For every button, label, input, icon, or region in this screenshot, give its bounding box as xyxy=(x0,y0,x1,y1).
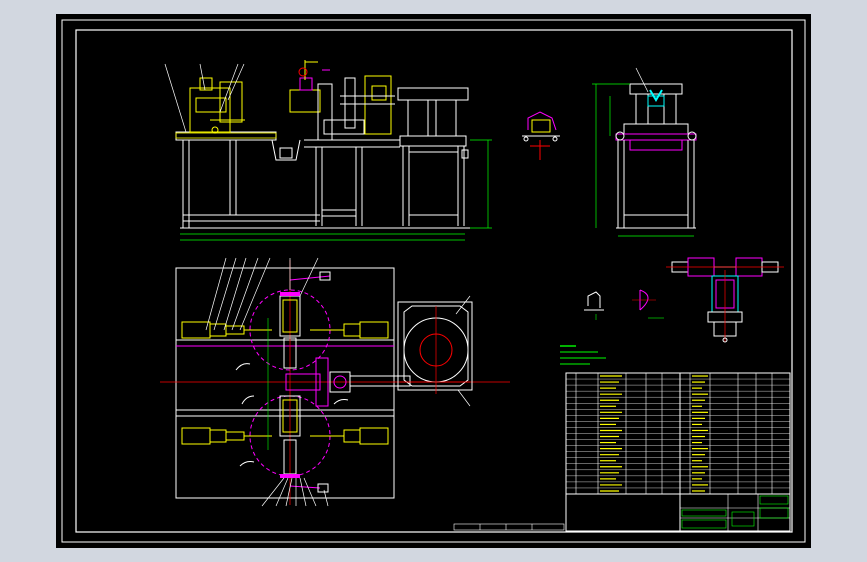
drawing-canvas xyxy=(56,14,811,548)
cad-viewer xyxy=(0,0,867,562)
